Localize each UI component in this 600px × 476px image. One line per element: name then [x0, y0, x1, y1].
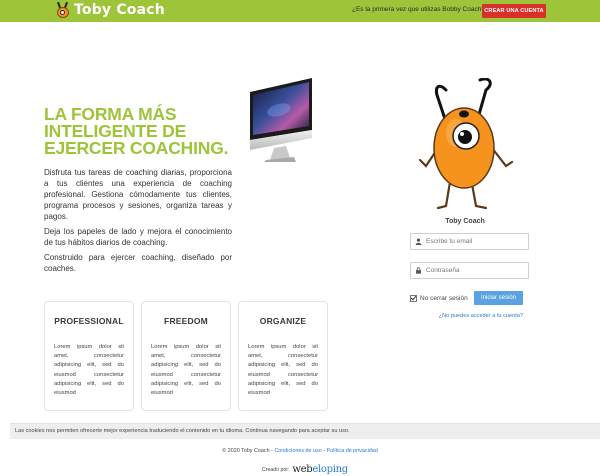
password-input[interactable]	[426, 263, 526, 278]
feature-text: Lorem ipsum dolor sit amet, consectetur …	[151, 344, 221, 397]
top-bar: Toby Coach ¿Es la primera vez que utiliz…	[0, 0, 600, 22]
credit-label: Creado por:	[262, 466, 290, 473]
privacy-link[interactable]: Política de privacidad	[327, 448, 378, 454]
user-icon	[411, 234, 425, 249]
feature-text: Lorem ipsum dolor sit amet, consectetur …	[248, 344, 318, 397]
feature-card-professional: PROFESSIONAL Lorem ipsum dolor sit amet,…	[44, 301, 134, 411]
remember-label: No cerrar sesión	[420, 295, 468, 302]
toby-mascot-illustration	[418, 78, 514, 210]
feature-title: PROFESSIONAL	[54, 316, 124, 326]
forgot-account-link[interactable]: ¿No puedes acceder a tu cuenta?	[410, 313, 523, 319]
cookie-text: Las cookies nos permiten ofrecerte mejor…	[15, 428, 350, 434]
remember-checkbox[interactable]	[410, 295, 417, 302]
feature-card-organize: ORGANIZE Lorem ipsum dolor sit amet, con…	[238, 301, 328, 411]
hero-headline: LA FORMA MÁS INTELIGENTE DE EJERCER COAC…	[44, 105, 244, 158]
brand-part: eloping	[312, 464, 348, 475]
feature-title: ORGANIZE	[259, 316, 307, 326]
intro-paragraph: Construido para ejercer coaching, diseña…	[44, 253, 232, 273]
logo-text: Toby Coach	[74, 2, 165, 18]
lock-icon	[411, 263, 425, 278]
headline-line: EJERCER COACHING.	[44, 138, 229, 158]
remember-me[interactable]: No cerrar sesión	[410, 295, 468, 302]
intro-paragraph: Deja los papeles de lado y mejora el con…	[44, 227, 232, 247]
cookie-banner: Las cookies nos permiten ofrecerte mejor…	[10, 423, 600, 439]
logo[interactable]: Toby Coach	[56, 1, 165, 18]
copyright-text: © 2020 Toby Coach -	[222, 448, 275, 454]
feature-card-freedom: FREEDOM Lorem ipsum dolor sit amet, cons…	[141, 301, 231, 411]
email-field-wrapper	[410, 233, 529, 250]
password-field-wrapper	[410, 262, 529, 279]
terms-link[interactable]: Condiciones de uso	[274, 448, 321, 454]
create-account-button[interactable]: CREAR UNA CUENTA	[482, 4, 546, 18]
mascot-label: Toby Coach	[445, 218, 485, 225]
first-time-question: ¿Es la primera vez que utilizas Bobby Co…	[352, 6, 485, 13]
email-input[interactable]	[426, 234, 526, 249]
footer-credit: Creado por: webeloping	[262, 464, 348, 475]
login-button[interactable]: Iniciar sesión	[474, 291, 523, 305]
webeloping-logo[interactable]: webeloping	[292, 464, 348, 475]
feature-text: Lorem ipsum dolor sit amet, consectetur …	[54, 344, 124, 397]
footer-links: © 2020 Toby Coach - Condiciones de uso -…	[0, 448, 600, 454]
toby-logo-icon	[56, 1, 70, 18]
intro-text: Disfruta tus tareas de coaching diarias,…	[44, 167, 232, 278]
feature-title: FREEDOM	[164, 316, 208, 326]
brand-part: web	[292, 464, 313, 475]
intro-paragraph: Disfruta tus tareas de coaching diarias,…	[44, 168, 232, 221]
imac-illustration	[250, 78, 312, 162]
